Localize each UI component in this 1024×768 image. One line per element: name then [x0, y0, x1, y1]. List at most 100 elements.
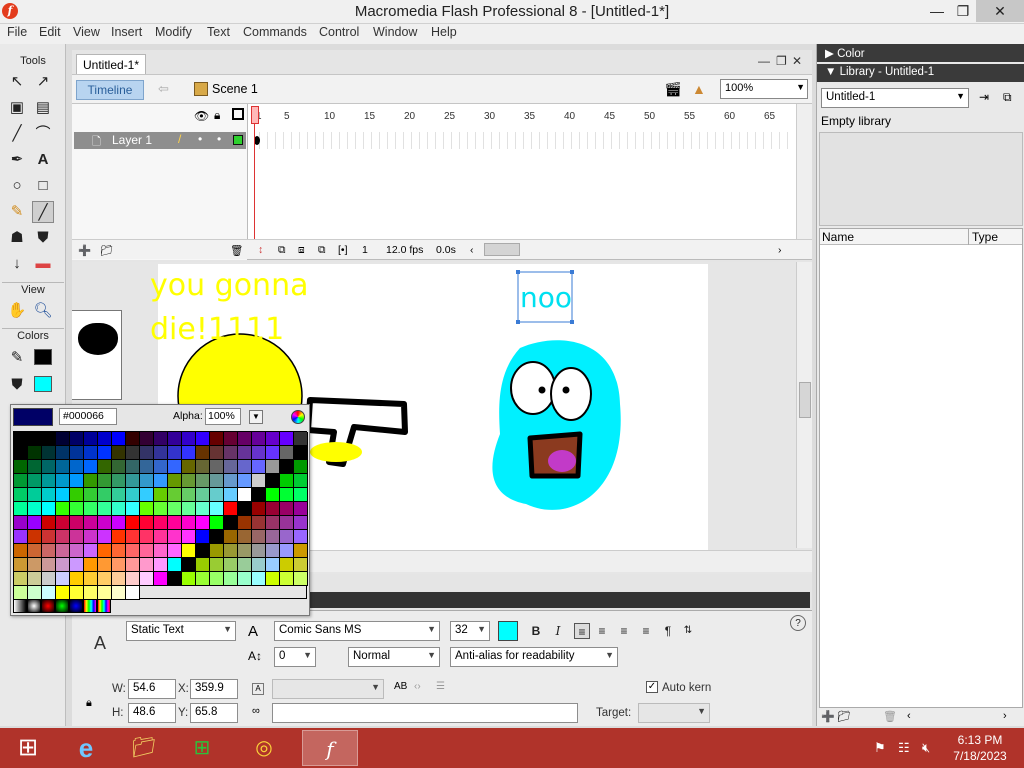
- color-swatch-cell[interactable]: [14, 502, 28, 516]
- color-swatch-cell[interactable]: [294, 446, 308, 460]
- gradient-swatches[interactable]: [13, 599, 133, 613]
- character-position-select[interactable]: Normal ▼: [348, 647, 440, 667]
- gradient-swatch[interactable]: [13, 599, 27, 613]
- color-swatch-cell[interactable]: [42, 516, 56, 530]
- color-swatch-cell[interactable]: [168, 432, 182, 446]
- color-swatch-cell[interactable]: [224, 558, 238, 572]
- stroke-color-swatch[interactable]: [34, 349, 52, 365]
- color-swatch-cell[interactable]: [70, 544, 84, 558]
- new-symbol-icon[interactable]: ➕: [821, 710, 835, 723]
- color-swatch-cell[interactable]: [112, 474, 126, 488]
- free-transform-tool-icon[interactable]: ▣: [6, 97, 28, 119]
- color-swatch-cell[interactable]: [238, 558, 252, 572]
- anti-alias-select[interactable]: Anti-alias for readability ▼: [450, 647, 618, 667]
- color-swatch-cell[interactable]: [280, 502, 294, 516]
- instance-name-field[interactable]: ▼: [272, 679, 384, 699]
- color-swatch-cell[interactable]: [294, 572, 308, 586]
- menu-text[interactable]: Text: [207, 25, 230, 39]
- color-swatch-cell[interactable]: [112, 544, 126, 558]
- color-swatch-cell[interactable]: [196, 474, 210, 488]
- color-swatch-cell[interactable]: [42, 488, 56, 502]
- color-swatch-cell[interactable]: [294, 432, 308, 446]
- color-swatch-cell[interactable]: [98, 502, 112, 516]
- color-swatch-cell[interactable]: [70, 502, 84, 516]
- color-swatch-cell[interactable]: [252, 530, 266, 544]
- fill-transform-tool-icon[interactable]: ▤: [32, 97, 54, 119]
- color-swatch-cell[interactable]: [84, 432, 98, 446]
- color-swatch-cell[interactable]: [126, 446, 140, 460]
- onion-skin-icon[interactable]: ⧉: [278, 244, 286, 257]
- color-swatch-cell[interactable]: [28, 446, 42, 460]
- color-swatch-cell[interactable]: [84, 460, 98, 474]
- menu-modify[interactable]: Modify: [155, 25, 192, 39]
- color-swatch-cell[interactable]: [238, 446, 252, 460]
- color-swatch-cell[interactable]: [238, 488, 252, 502]
- delete-item-icon[interactable]: 🗑︎: [883, 710, 897, 723]
- color-swatch-cell[interactable]: [280, 432, 294, 446]
- color-swatch-cell[interactable]: [224, 572, 238, 586]
- color-swatch-cell[interactable]: [154, 502, 168, 516]
- alpha-field[interactable]: 100%: [205, 408, 241, 425]
- color-swatch-cell[interactable]: [182, 488, 196, 502]
- edit-multiple-frames-icon[interactable]: ⧉: [318, 244, 326, 257]
- color-swatch-cell[interactable]: [42, 586, 56, 600]
- eraser-tool-icon[interactable]: ▬: [32, 253, 54, 275]
- color-swatch-cell[interactable]: [196, 446, 210, 460]
- library-list[interactable]: Name Type: [819, 228, 1023, 708]
- menu-file[interactable]: File: [7, 25, 27, 39]
- color-swatch-cell[interactable]: [196, 488, 210, 502]
- color-swatch-cell[interactable]: [154, 530, 168, 544]
- paragraph-icon[interactable]: ¶: [660, 623, 676, 639]
- align-center-icon[interactable]: ≡: [594, 623, 610, 639]
- color-swatch-cell[interactable]: [28, 460, 42, 474]
- scroll-right-icon[interactable]: ›: [778, 244, 782, 256]
- document-tab[interactable]: Untitled-1*: [76, 54, 146, 74]
- zoom-tool-icon[interactable]: 🔍︎: [32, 300, 54, 322]
- height-field[interactable]: 48.6: [128, 703, 176, 723]
- color-swatch-cell[interactable]: [70, 460, 84, 474]
- gradient-swatch[interactable]: [83, 599, 97, 613]
- paint-bucket-tool-icon[interactable]: ⛊: [32, 227, 54, 249]
- letter-spacing-field[interactable]: 0 ▼: [274, 647, 316, 667]
- color-swatch-cell[interactable]: [84, 488, 98, 502]
- color-swatch-cell[interactable]: [56, 572, 70, 586]
- lock-dot-icon[interactable]: •: [217, 132, 221, 146]
- color-swatch-cell[interactable]: [252, 460, 266, 474]
- color-swatch-cell[interactable]: [14, 474, 28, 488]
- color-swatch-cell[interactable]: [168, 502, 182, 516]
- color-swatch-cell[interactable]: [238, 432, 252, 446]
- color-swatch-cell[interactable]: [14, 446, 28, 460]
- color-swatch-cell[interactable]: [126, 544, 140, 558]
- color-swatch-cell[interactable]: [196, 516, 210, 530]
- color-swatch-cell[interactable]: [70, 516, 84, 530]
- color-swatch-cell[interactable]: [70, 432, 84, 446]
- color-swatch-cell[interactable]: [238, 530, 252, 544]
- color-swatch-cell[interactable]: [280, 544, 294, 558]
- color-swatch-cell[interactable]: [252, 474, 266, 488]
- color-swatch-cell[interactable]: [42, 530, 56, 544]
- color-swatch-cell[interactable]: [168, 488, 182, 502]
- color-swatch-cell[interactable]: [182, 558, 196, 572]
- color-swatch-cell[interactable]: [28, 516, 42, 530]
- embed-icon[interactable]: ‹›: [414, 681, 421, 692]
- color-swatch-cell[interactable]: [56, 488, 70, 502]
- scroll-left-icon[interactable]: ‹: [907, 710, 911, 722]
- doc-minimize-button[interactable]: —: [758, 54, 770, 68]
- gradient-swatch[interactable]: [55, 599, 69, 613]
- color-swatch-cell[interactable]: [84, 544, 98, 558]
- color-swatch-cell[interactable]: [224, 530, 238, 544]
- stage-text-noo[interactable]: noo: [520, 278, 572, 318]
- color-swatch-cell[interactable]: [196, 544, 210, 558]
- color-swatch-cell[interactable]: [196, 460, 210, 474]
- stage-text-you-gonna[interactable]: you gonna: [150, 264, 308, 308]
- color-swatch-cell[interactable]: [84, 446, 98, 460]
- color-swatch-cell[interactable]: [266, 516, 280, 530]
- lasso-tool-icon[interactable]: ⌒: [32, 123, 54, 145]
- color-swatch-cell[interactable]: [294, 474, 308, 488]
- color-swatch-cell[interactable]: [168, 460, 182, 474]
- color-swatch-cell[interactable]: [280, 558, 294, 572]
- color-swatch-cell[interactable]: [210, 488, 224, 502]
- color-swatch-cell[interactable]: [56, 502, 70, 516]
- color-swatch-cell[interactable]: [98, 474, 112, 488]
- layer-row[interactable]: 🗋︎ Layer 1 / • •: [74, 132, 246, 149]
